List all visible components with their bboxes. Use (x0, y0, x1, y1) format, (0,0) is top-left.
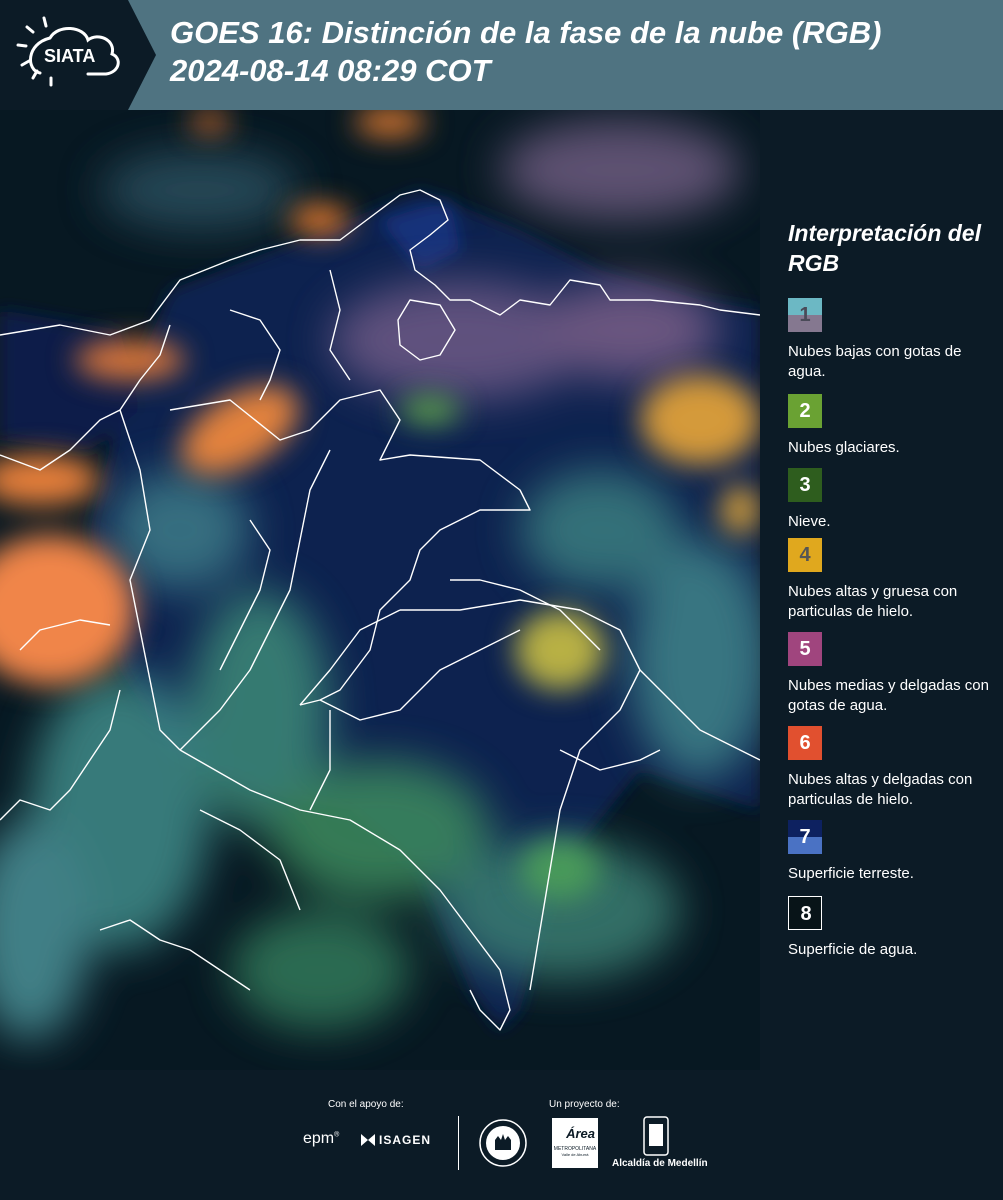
footer: Con el apoyo de: Un proyecto de: epm® IS… (0, 1070, 1003, 1200)
legend-label-7: Superficie terreste. (788, 865, 914, 882)
legend-item-1: 1 Nubes bajas con gotas de agua. (788, 298, 1003, 382)
area-metropolitana-logo: Área METROPOLITANA Valle de Aburrá (552, 1118, 598, 1168)
siata-logo-text: SIATA (44, 46, 95, 66)
legend-item-2: 2 Nubes glaciares. (788, 394, 1003, 458)
header-bar: SIATA GOES 16: Distinción de la fase de … (0, 0, 1003, 110)
legend-swatch-4: 4 (788, 538, 822, 572)
legend-number-7: 7 (799, 825, 811, 848)
siata-logo-panel: SIATA (0, 0, 156, 110)
title-line-1: GOES 16: Distinción de la fase de la nub… (170, 15, 882, 50)
legend-label-2: Nubes glaciares. (788, 439, 900, 456)
alcaldia-shield-icon (643, 1116, 669, 1156)
project-caption: Un proyecto de: (549, 1099, 620, 1110)
legend-swatch-7: 7 (788, 820, 822, 854)
legend-number-6: 6 (799, 731, 811, 754)
seal-logo (479, 1119, 527, 1167)
legend-label-1: Nubes bajas con gotas de agua. (788, 343, 962, 380)
legend-item-7: 7 Superficie terreste. (788, 820, 1003, 884)
legend-number-8: 8 (800, 902, 812, 925)
legend-number-1: 1 (799, 303, 811, 326)
legend-item-6: 6 Nubes altas y delgadas con particulas … (788, 726, 1003, 810)
legend-label-3: Nieve. (788, 513, 831, 530)
legend-swatch-8: 8 (788, 896, 822, 930)
support-caption: Con el apoyo de: (328, 1099, 404, 1110)
epm-logo: epm® (303, 1130, 340, 1147)
legend-label-5: Nubes medias y delgadas con gotas de agu… (788, 677, 989, 714)
isagen-mark-icon (361, 1134, 375, 1146)
legend-item-3: 3 Nieve. (788, 468, 1003, 532)
page-title: GOES 16: Distinción de la fase de la nub… (170, 14, 881, 90)
legend-item-8: 8 Superficie de agua. (788, 896, 1003, 960)
legend-swatch-2: 2 (788, 394, 822, 428)
legend-item-4: 4 Nubes altas y gruesa con particulas de… (788, 538, 1003, 622)
legend-title: Interpretación del RGB (788, 220, 981, 276)
legend-swatch-1: 1 (788, 298, 822, 332)
isagen-logo: ISAGEN (360, 1132, 431, 1148)
legend-number-3: 3 (799, 473, 811, 496)
legend-item-5: 5 Nubes medias y delgadas con gotas de a… (788, 632, 1003, 716)
legend-label-6: Nubes altas y delgadas con particulas de… (788, 771, 973, 808)
legend-number-4: 4 (799, 543, 811, 566)
legend-number-5: 5 (799, 637, 811, 660)
legend-number-2: 2 (799, 399, 811, 422)
alcaldia-label: Alcaldía de Medellín (612, 1158, 708, 1169)
legend-swatch-6: 6 (788, 726, 822, 760)
footer-divider (458, 1116, 459, 1170)
satellite-map (0, 110, 760, 1070)
legend-label-4: Nubes altas y gruesa con particulas de h… (788, 583, 958, 620)
legend-label-8: Superficie de agua. (788, 941, 918, 958)
legend-swatch-5: 5 (788, 632, 822, 666)
title-line-2: 2024-08-14 08:29 COT (170, 53, 491, 88)
legend-swatch-3: 3 (788, 468, 822, 502)
legend-panel: Interpretación del RGB 1 Nubes bajas con… (762, 110, 1003, 1070)
